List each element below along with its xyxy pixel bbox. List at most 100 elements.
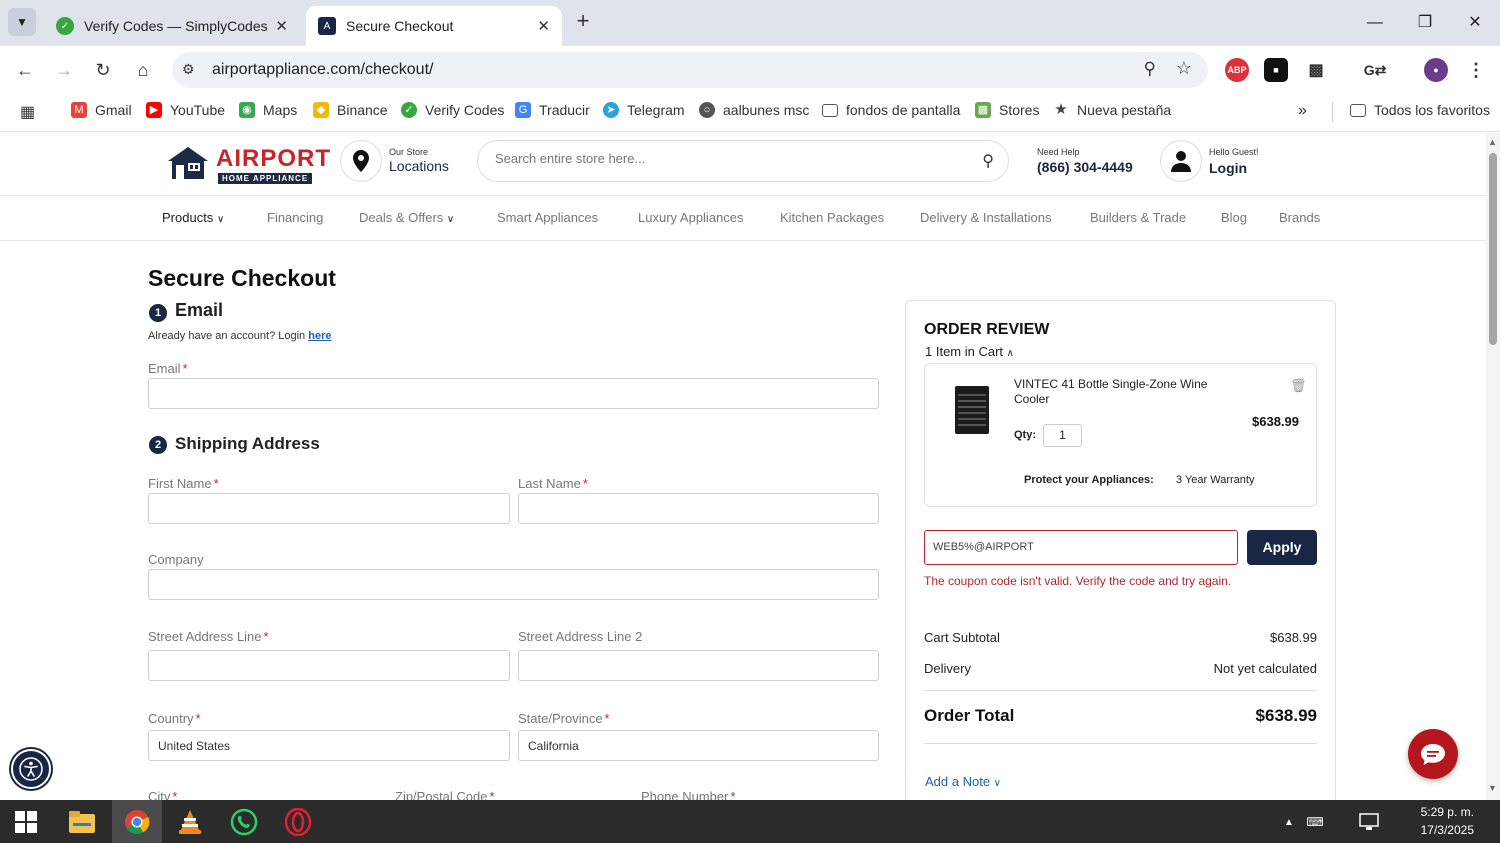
country-select[interactable]: United States: [148, 730, 510, 761]
zoom-icon[interactable]: ⚲: [1144, 59, 1156, 79]
menu-kebab-icon[interactable]: ⋮: [1464, 58, 1488, 82]
nav-blog[interactable]: Blog: [1221, 210, 1247, 225]
nav-financing[interactable]: Financing: [267, 210, 323, 225]
store-locations-button[interactable]: [340, 140, 382, 182]
company-field[interactable]: [148, 569, 879, 600]
bookmark-binance[interactable]: ◆ Binance: [313, 102, 388, 118]
page-scrollbar[interactable]: ▲ ▼: [1486, 133, 1500, 800]
new-tab-button[interactable]: +: [570, 9, 596, 35]
bookmark-nueva-pestana[interactable]: ★ Nueva pestaña: [1053, 102, 1172, 119]
scroll-down-icon[interactable]: ▼: [1488, 783, 1497, 793]
first-name-field[interactable]: [148, 493, 510, 524]
login-link[interactable]: Login: [1209, 160, 1247, 176]
address-bar[interactable]: ⚙ airportappliance.com/checkout/ ⚲ ☆: [172, 52, 1208, 88]
search-input[interactable]: [495, 151, 965, 166]
accessibility-icon: [19, 757, 43, 781]
apply-coupon-button[interactable]: Apply: [1247, 530, 1317, 565]
nav-products[interactable]: Products ∨: [162, 210, 224, 225]
nav-delivery-installations[interactable]: Delivery & Installations: [920, 210, 1052, 225]
home-button[interactable]: ⌂: [129, 56, 157, 84]
qty-input[interactable]: 1: [1043, 424, 1082, 447]
bookmark-verify-codes[interactable]: ✓ Verify Codes: [401, 102, 504, 118]
street2-field[interactable]: [518, 650, 879, 681]
tab-secure-checkout[interactable]: A Secure Checkout ✕: [306, 6, 562, 46]
bookmark-fondos[interactable]: fondos de pantalla: [822, 102, 960, 118]
translate-icon: G: [515, 102, 531, 118]
all-bookmarks[interactable]: Todos los favoritos: [1350, 102, 1490, 118]
close-window-button[interactable]: ✕: [1452, 8, 1498, 38]
email-field[interactable]: [148, 378, 879, 409]
reload-button[interactable]: ↻: [89, 56, 117, 84]
file-explorer-icon[interactable]: [62, 806, 102, 838]
url-text[interactable]: airportappliance.com/checkout/: [212, 61, 433, 79]
bookmark-label: Nueva pestaña: [1077, 102, 1172, 118]
close-tab-icon[interactable]: ✕: [275, 17, 288, 35]
profile-avatar[interactable]: ●: [1424, 58, 1448, 82]
minimize-button[interactable]: —: [1352, 8, 1398, 38]
gmail-icon: M: [71, 102, 87, 118]
restore-button[interactable]: ❐: [1402, 8, 1448, 38]
more-bookmarks-icon[interactable]: »: [1298, 102, 1307, 120]
bookmark-star-icon[interactable]: ☆: [1176, 58, 1192, 79]
nav-brands[interactable]: Brands: [1279, 210, 1320, 225]
nav-builders-trade[interactable]: Builders & Trade: [1090, 210, 1186, 225]
airport-logo[interactable]: AIRPORT HOME APPLIANCE: [166, 143, 330, 184]
trash-icon[interactable]: 🗑: [1290, 378, 1307, 394]
input-language-icon[interactable]: ⌨: [1298, 806, 1332, 838]
add-note-toggle[interactable]: Add a Note ∨: [925, 774, 1001, 789]
scrollbar-thumb[interactable]: [1489, 153, 1497, 345]
verify-codes-favicon-icon: ✓: [56, 17, 74, 35]
coupon-input[interactable]: WEB5%@AIRPORT: [924, 530, 1238, 565]
help-phone-link[interactable]: (866) 304-4449: [1037, 159, 1133, 175]
nav-luxury-appliances[interactable]: Luxury Appliances: [638, 210, 744, 225]
vlc-icon[interactable]: [170, 806, 210, 838]
store-locations-link[interactable]: Locations: [389, 158, 449, 174]
account-note: Already have an account? Login here: [148, 330, 331, 342]
help-small-label: Need Help: [1037, 147, 1080, 157]
bookmark-aalbunes[interactable]: ○ aalbunes msc: [699, 102, 809, 118]
warranty-option[interactable]: 3 Year Warranty: [1176, 474, 1254, 486]
bookmark-youtube[interactable]: ▶ YouTube: [146, 102, 225, 118]
nav-smart-appliances[interactable]: Smart Appliances: [497, 210, 598, 225]
network-icon[interactable]: [1350, 806, 1388, 838]
cart-count: 1 Item in Cart: [925, 344, 1004, 359]
whatsapp-icon[interactable]: [224, 806, 264, 838]
accessibility-button[interactable]: [11, 749, 51, 789]
chrome-taskbar-icon[interactable]: [112, 800, 162, 843]
opera-icon[interactable]: [278, 806, 318, 838]
back-button[interactable]: ←: [11, 56, 39, 84]
search-icon[interactable]: ⚲: [982, 151, 994, 171]
windows-start-icon[interactable]: [6, 806, 46, 838]
adblock-extension-icon[interactable]: ABP: [1225, 58, 1249, 82]
chat-button[interactable]: [1408, 729, 1458, 779]
bookmark-gmail[interactable]: M Gmail: [71, 102, 132, 118]
scroll-up-icon[interactable]: ▲: [1488, 137, 1497, 147]
bookmark-telegram[interactable]: ➤ Telegram: [603, 102, 685, 118]
nav-kitchen-packages[interactable]: Kitchen Packages: [780, 210, 884, 225]
street1-field[interactable]: [148, 650, 510, 681]
product-name[interactable]: VINTEC 41 Bottle Single-Zone Wine Cooler: [1014, 377, 1224, 407]
main-navigation: Products ∨ Financing Deals & Offers ∨ Sm…: [0, 197, 1486, 241]
account-button[interactable]: [1160, 140, 1202, 182]
bookmark-maps[interactable]: ◉ Maps: [239, 102, 297, 118]
tab-search-button[interactable]: ▼: [8, 8, 36, 36]
login-here-link[interactable]: here: [308, 330, 331, 342]
extension-icon[interactable]: ■: [1264, 58, 1288, 82]
order-total-label: Order Total: [924, 706, 1015, 725]
translate-icon[interactable]: G⇄: [1363, 58, 1387, 82]
product-thumbnail[interactable]: [955, 386, 989, 434]
cart-count-toggle[interactable]: 1 Item in Cart ∧: [925, 344, 1014, 359]
site-settings-icon[interactable]: ⚙: [182, 61, 195, 78]
stores-icon: ▩: [975, 102, 991, 118]
bookmark-traducir[interactable]: G Traducir: [515, 102, 590, 118]
last-name-field[interactable]: [518, 493, 879, 524]
forward-button[interactable]: →: [50, 56, 78, 84]
close-tab-icon[interactable]: ✕: [537, 17, 550, 35]
tab-verify-codes[interactable]: ✓ Verify Codes — SimplyCodes ✕: [44, 6, 300, 46]
nav-deals-offers[interactable]: Deals & Offers ∨: [359, 210, 454, 225]
extensions-puzzle-icon[interactable]: ▩: [1304, 58, 1328, 82]
apps-grid-icon[interactable]: ▦: [20, 102, 35, 122]
state-select[interactable]: California: [518, 730, 879, 761]
system-clock[interactable]: 5:29 p. m. 17/3/2025: [1421, 803, 1474, 839]
bookmark-stores[interactable]: ▩ Stores: [975, 102, 1039, 118]
